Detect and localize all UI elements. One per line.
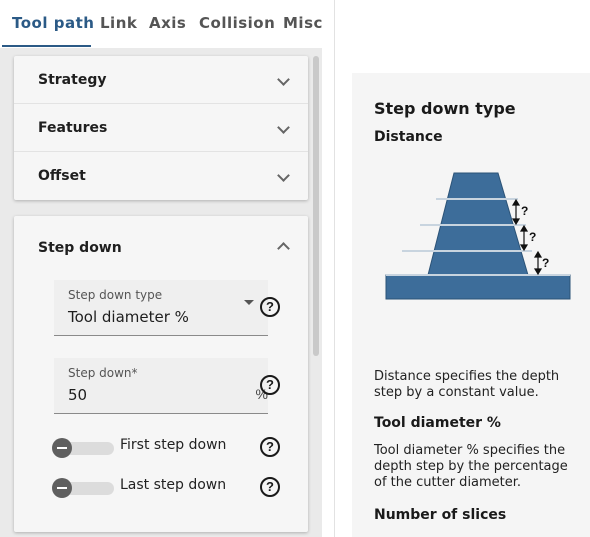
distance-description: Distance specifies the depth step by a c… [374,369,560,400]
diagram-question-mark: ? [521,204,528,218]
help-icon[interactable]: ? [260,477,280,497]
tab-link[interactable]: Link [100,14,137,32]
help-panel: Step down type Distance ? ? ? Distance s… [352,73,590,537]
section-strategy[interactable]: Strategy [14,56,308,104]
settings-panel: Tool path Link Axis Collision Misc Strat… [0,0,335,537]
tab-bar: Tool path Link Axis Collision Misc [0,0,335,48]
help-title: Step down type [374,99,516,118]
step-down-type-value: Tool diameter % [68,308,189,326]
chevron-up-icon [277,242,290,255]
chevron-down-icon [277,73,290,86]
help-icon[interactable]: ? [260,437,280,457]
step-down-input[interactable]: Step down* 50 % [54,358,268,414]
diagram-question-mark: ? [529,230,536,244]
section-offset-label: Offset [38,168,86,184]
help-icon[interactable]: ? [260,297,280,317]
step-down-label: Step down* [68,366,138,380]
step-down-type-select[interactable]: Step down type Tool diameter % [54,280,268,336]
dropdown-arrow-icon [244,300,254,305]
first-step-down-label: First step down [120,437,227,453]
first-step-down-toggle[interactable] [52,438,114,458]
tab-tool-path[interactable]: Tool path [12,14,94,32]
help-subtitle-distance: Distance [374,129,443,145]
last-step-down-label: Last step down [120,477,227,493]
last-step-down-toggle[interactable] [52,478,114,498]
section-strategy-label: Strategy [38,72,107,88]
chevron-down-icon [277,121,290,134]
chevron-down-icon [277,169,290,182]
tab-axis[interactable]: Axis [149,14,186,32]
step-down-card: Step down Step down type Tool diameter %… [14,216,308,532]
toggle-off-icon [52,478,72,498]
scrollbar-thumb[interactable] [313,56,319,356]
step-down-diagram: ? ? ? [385,172,571,300]
section-step-down[interactable]: Step down [14,216,308,280]
step-down-value: 50 [68,386,88,404]
diagram-question-mark: ? [542,256,549,270]
tab-misc[interactable]: Misc [283,14,323,32]
section-features[interactable]: Features [14,104,308,152]
section-step-down-label: Step down [38,240,122,256]
tab-collision[interactable]: Collision [199,14,275,32]
help-icon[interactable]: ? [260,375,280,395]
help-heading-number-of-slices: Number of slices [374,507,507,523]
diagram-base [385,274,571,300]
section-features-label: Features [38,120,108,136]
toggle-off-icon [52,438,72,458]
tool-diameter-description: Tool diameter % specifies the depth step… [374,443,568,490]
settings-scroll-area[interactable]: Strategy Features Offset Step down Step … [0,48,322,537]
help-heading-tool-diameter: Tool diameter % [374,415,501,431]
section-offset[interactable]: Offset [14,152,308,200]
step-down-type-label: Step down type [68,288,163,302]
active-tab-indicator [2,45,91,47]
collapsed-sections-card: Strategy Features Offset [14,56,308,200]
